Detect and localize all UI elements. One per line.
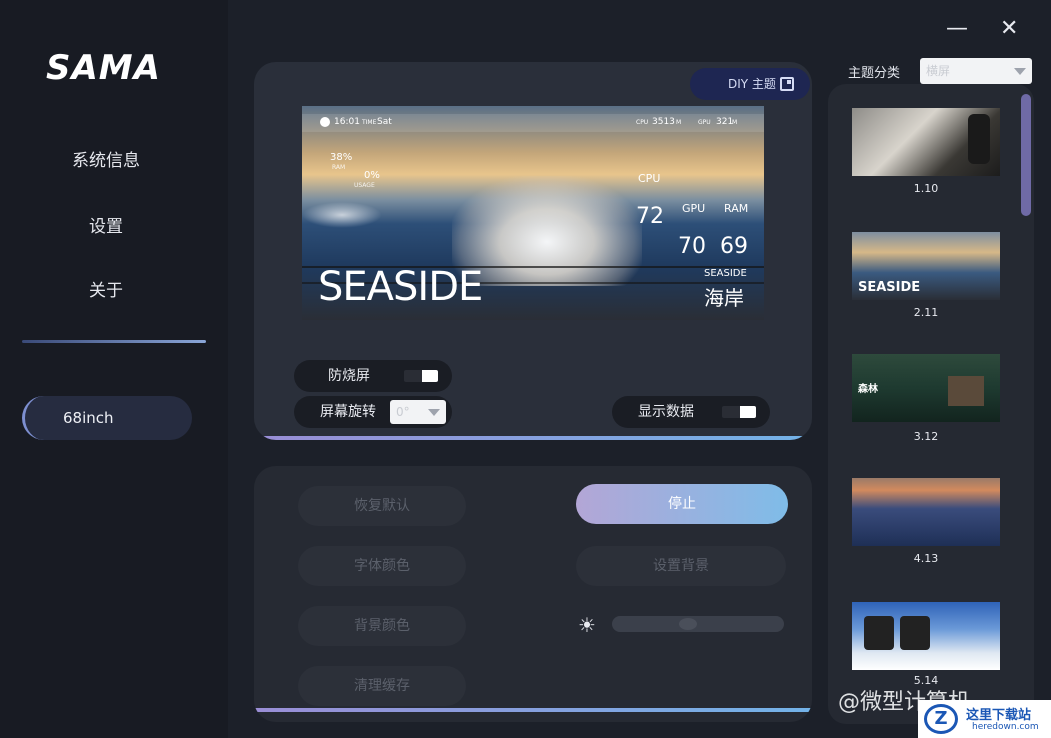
theme-thumbnail-3[interactable]: 森林 bbox=[852, 354, 1000, 422]
preview-usage-label: USAGE bbox=[354, 182, 375, 189]
preview-gpu-freq: 321 bbox=[716, 117, 734, 127]
cabin-decoration bbox=[948, 376, 984, 406]
preview-cpu-freq-unit: M bbox=[676, 119, 682, 126]
sidebar-item-settings[interactable]: 设置 bbox=[0, 212, 212, 237]
theme-list-scrollbar[interactable] bbox=[1021, 94, 1031, 216]
theme-label-4: 4.13 bbox=[913, 552, 939, 565]
background-color-button[interactable]: 背景颜色 bbox=[298, 606, 466, 646]
preview-cpu-label: CPU bbox=[638, 172, 661, 185]
preview-status-bar: 16:01 TIME Sat CPU 3513 M GPU 321 M bbox=[302, 114, 764, 132]
burn-in-switch[interactable] bbox=[404, 370, 438, 382]
theme-label-2: 2.11 bbox=[913, 306, 939, 319]
preview-ram-label: RAM bbox=[332, 164, 346, 171]
preview-cpu-freq: 3513 bbox=[652, 117, 675, 127]
diy-edit-icon bbox=[780, 77, 794, 91]
preview-cpu-freq-label: CPU bbox=[636, 119, 649, 126]
theme-thumbnail-4[interactable] bbox=[852, 478, 1000, 546]
device-selector[interactable]: 68inch bbox=[22, 396, 192, 440]
theme-preview-screen: 16:01 TIME Sat CPU 3513 M GPU 321 M 38% … bbox=[302, 106, 764, 320]
sidebar-divider bbox=[22, 340, 206, 343]
controls-panel: 恢复默认 停止 字体颜色 设置背景 背景颜色 ☀ 清理缓存 bbox=[254, 466, 812, 722]
preview-panel: DIY 主题 16:01 TIME Sat CPU 3513 M GPU 321… bbox=[254, 62, 812, 440]
burn-in-label: 防烧屏 bbox=[328, 368, 370, 384]
preview-title-cn: 海岸 bbox=[704, 286, 744, 310]
theme-thumbnail-2[interactable]: SEASIDE bbox=[852, 232, 1000, 300]
preview-gpu-freq-label: GPU bbox=[698, 119, 711, 126]
preview-title-small: SEASIDE bbox=[704, 268, 747, 279]
theme-3-title: 森林 bbox=[858, 384, 878, 395]
chevron-down-icon bbox=[428, 409, 440, 416]
watermark-site-en: heredown.com bbox=[972, 722, 1039, 732]
clear-cache-button[interactable]: 清理缓存 bbox=[298, 666, 466, 706]
theme-label-1: 1.10 bbox=[913, 182, 939, 195]
sidebar: SAMA 系统信息 设置 关于 68inch bbox=[0, 0, 228, 738]
watermark-site-cn: 这里下载站 bbox=[966, 708, 1032, 723]
preview-title-en: SEASIDE bbox=[318, 264, 483, 310]
preview-day: Sat bbox=[377, 117, 392, 127]
rotate-select[interactable]: 0° bbox=[390, 400, 446, 424]
show-data-row: 显示数据 bbox=[612, 396, 770, 428]
stop-button[interactable]: 停止 bbox=[576, 484, 788, 524]
theme-category-value: 横屏 bbox=[926, 64, 951, 78]
rotate-row: 屏幕旋转 0° bbox=[294, 396, 452, 428]
font-color-button[interactable]: 字体颜色 bbox=[298, 546, 466, 586]
diy-theme-label: DIY 主题 bbox=[728, 77, 776, 91]
theme-thumbnail-1[interactable] bbox=[852, 108, 1000, 176]
speaker-right-decoration bbox=[900, 616, 930, 650]
minimize-button[interactable]: — bbox=[946, 16, 968, 41]
preview-ram-temp: 69 bbox=[720, 234, 748, 259]
theme-thumbnail-5[interactable] bbox=[852, 602, 1000, 670]
sidebar-item-system-info[interactable]: 系统信息 bbox=[0, 146, 212, 171]
theme-list: 1.10 SEASIDE 2.11 森林 3.12 4.13 5.14 bbox=[828, 84, 1034, 724]
show-data-label: 显示数据 bbox=[638, 404, 694, 420]
preview-usage-pct: 0% bbox=[364, 170, 380, 181]
clock-icon bbox=[320, 117, 330, 127]
preview-time-label: TIME bbox=[362, 119, 377, 126]
theme-category-label: 主题分类 bbox=[848, 66, 901, 81]
show-data-switch[interactable] bbox=[722, 406, 756, 418]
watermark-logo: Z 这里下载站 heredown.com bbox=[918, 700, 1051, 738]
preview-time: 16:01 bbox=[334, 117, 360, 127]
diy-theme-button[interactable]: DIY 主题 bbox=[690, 68, 810, 100]
device-shape-decoration bbox=[968, 114, 990, 164]
preview-gpu-temp: 70 bbox=[678, 234, 706, 259]
preview-ram-temp-label: RAM bbox=[724, 202, 749, 215]
burn-in-row: 防烧屏 bbox=[294, 360, 452, 392]
restore-default-button[interactable]: 恢复默认 bbox=[298, 486, 466, 526]
speaker-left-decoration bbox=[864, 616, 894, 650]
sama-logo: SAMA bbox=[46, 48, 161, 88]
preview-gpu-label: GPU bbox=[682, 202, 706, 215]
theme-category-select[interactable]: 横屏 bbox=[920, 58, 1032, 84]
preview-gpu-freq-unit: M bbox=[732, 119, 738, 126]
brightness-slider[interactable] bbox=[612, 616, 784, 632]
rotate-value: 0° bbox=[396, 405, 410, 419]
preview-panel-accent-bar bbox=[254, 436, 812, 440]
brightness-slider-thumb[interactable] bbox=[676, 616, 699, 632]
chevron-down-icon bbox=[1014, 68, 1026, 75]
preview-ram-pct: 38% bbox=[330, 152, 353, 163]
sun-icon: ☀ bbox=[578, 613, 596, 637]
sidebar-item-about[interactable]: 关于 bbox=[0, 276, 212, 301]
wave-decoration bbox=[302, 202, 382, 228]
theme-2-title: SEASIDE bbox=[858, 280, 921, 295]
close-button[interactable]: ✕ bbox=[1000, 16, 1018, 41]
z-logo-icon: Z bbox=[924, 704, 958, 734]
set-background-button[interactable]: 设置背景 bbox=[576, 546, 786, 586]
controls-panel-accent-bar bbox=[254, 708, 812, 712]
preview-cpu-temp: 72 bbox=[636, 204, 664, 229]
theme-label-3: 3.12 bbox=[913, 430, 939, 443]
rotate-label: 屏幕旋转 bbox=[320, 404, 376, 420]
